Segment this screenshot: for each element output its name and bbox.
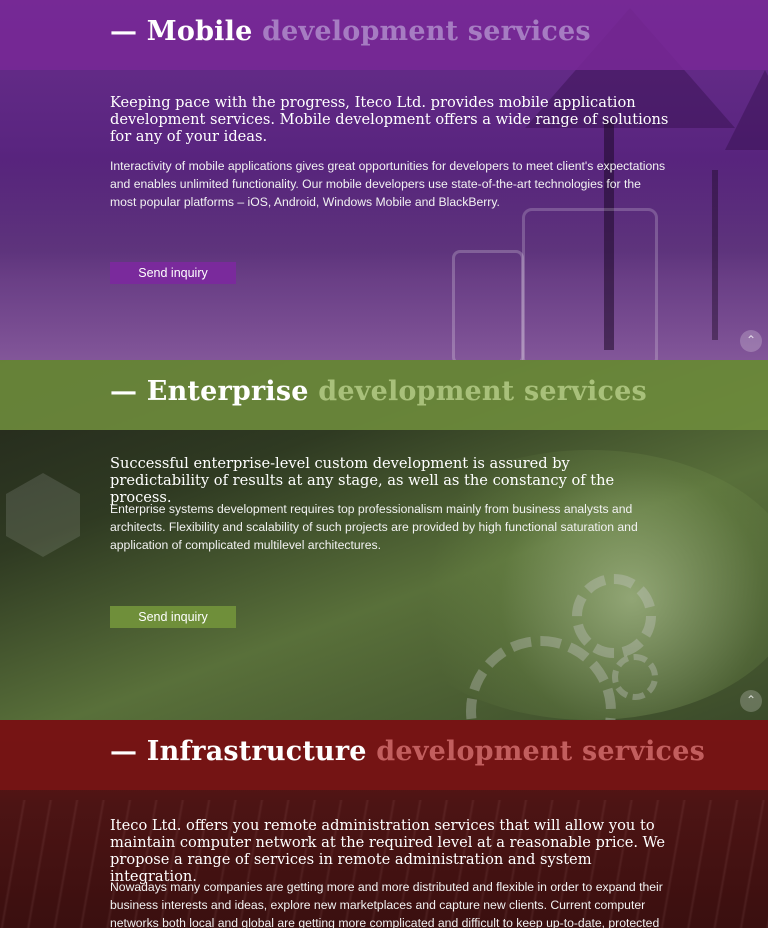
infrastructure-section-title: — Infrastructure development services xyxy=(110,736,705,767)
straw-umbrella-roof xyxy=(725,70,768,150)
mobile-lead-text: Keeping pace with the progress, Iteco Lt… xyxy=(110,94,669,145)
enterprise-body-text: Enterprise systems development requires … xyxy=(110,502,638,552)
infrastructure-section: — Infrastructure development services It… xyxy=(0,720,768,928)
infrastructure-body-text: Nowadays many companies are getting more… xyxy=(110,880,663,928)
infrastructure-lead-text: Iteco Ltd. offers you remote administrat… xyxy=(110,817,666,885)
chevron-up-icon[interactable]: ⌃ xyxy=(740,330,762,352)
tablet-outline-icon xyxy=(522,208,658,360)
enterprise-section: — Enterprise development services Succes… xyxy=(0,360,768,720)
small-gear-icon xyxy=(612,654,658,700)
mobile-section: — Mobile development services Keeping pa… xyxy=(0,0,768,360)
umbrella-pole xyxy=(712,170,718,340)
medium-gear-icon xyxy=(572,574,656,658)
enterprise-lead-text: Successful enterprise-level custom devel… xyxy=(110,455,615,506)
mobile-body-text: Interactivity of mobile applications giv… xyxy=(110,159,666,209)
mobile-send-inquiry-button[interactable]: Send inquiry xyxy=(110,262,236,284)
mobile-section-title: — Mobile development services xyxy=(110,16,591,47)
enterprise-send-inquiry-button[interactable]: Send inquiry xyxy=(110,606,236,628)
infrastructure-title-main: — Infrastructure xyxy=(110,736,367,767)
infrastructure-title-sub: development services xyxy=(376,736,705,767)
enterprise-section-title: — Enterprise development services xyxy=(110,376,647,407)
mobile-title-sub: development services xyxy=(262,16,591,47)
chevron-up-icon[interactable]: ⌃ xyxy=(740,690,762,712)
enterprise-title-sub: development services xyxy=(318,376,647,407)
mobile-title-main: — Mobile xyxy=(110,16,253,47)
phone-outline-icon xyxy=(452,250,524,360)
hexagon-shape xyxy=(6,473,80,557)
enterprise-title-main: — Enterprise xyxy=(110,376,309,407)
